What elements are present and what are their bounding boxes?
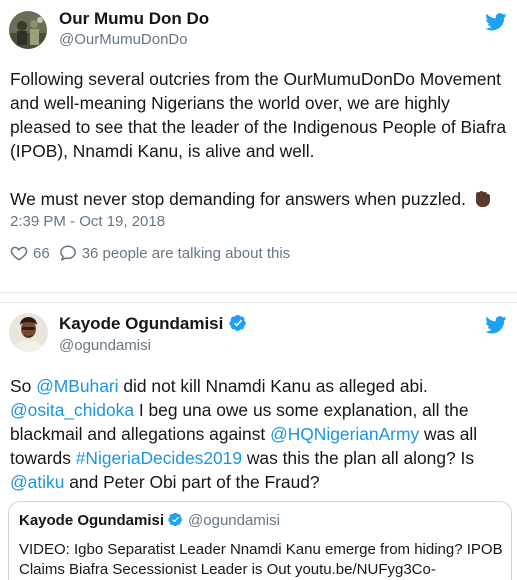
quoted-tweet[interactable]: Kayode Ogundamisi @ogundamisi VIDEO: Igb…	[8, 501, 512, 580]
avatar-photo-icon	[9, 11, 47, 49]
timestamp[interactable]: 2:39 PM - Oct 19, 2018	[10, 213, 165, 230]
reply-bubble-icon[interactable]	[59, 244, 77, 262]
talking-about-link[interactable]: 36 people are talking about this	[82, 245, 290, 262]
verified-badge-icon	[168, 512, 183, 527]
text-segment: and Peter Obi part of the Fraud?	[64, 472, 320, 492]
hashtag-link[interactable]: #NigeriaDecides2019	[76, 448, 242, 468]
verified-badge-icon	[229, 314, 247, 331]
mention-link[interactable]: @MBuhari	[36, 376, 118, 396]
text-segment: was this the plan all along? Is	[242, 448, 475, 468]
like-count[interactable]: 66	[33, 245, 50, 262]
mention-link[interactable]: @atiku	[10, 472, 64, 492]
quote-author[interactable]: Kayode Ogundamisi @ogundamisi	[19, 512, 280, 529]
mention-link[interactable]: @HQNigerianArmy	[270, 424, 419, 444]
quote-text: VIDEO: Igbo Separatist Leader Nnamdi Kan…	[19, 541, 503, 578]
quote-handle[interactable]: @ogundamisi	[188, 512, 280, 529]
display-name-text[interactable]: Kayode Ogundamisi	[59, 314, 223, 333]
avatar-photo-icon	[9, 313, 48, 352]
tweet-card[interactable]: Our Mumu Don Do @OurMumuDonDo Following …	[0, 0, 517, 293]
tweet-text: Following several outcries from the OurM…	[10, 67, 509, 211]
tweet-actions: 66 36 people are talking about this	[10, 244, 290, 262]
twitter-bird-icon[interactable]	[485, 13, 507, 31]
mention-link[interactable]: @osita_chidoka	[10, 400, 134, 420]
text-segment: did not kill Nnamdi Kanu as alleged abi.	[118, 376, 428, 396]
display-name[interactable]: Our Mumu Don Do	[59, 9, 209, 29]
avatar[interactable]	[9, 313, 48, 352]
tweet-card[interactable]: Kayode Ogundamisi @ogundamisi So @MBuhar…	[0, 302, 517, 580]
display-name[interactable]: Kayode Ogundamisi	[59, 314, 247, 334]
twitter-bird-icon[interactable]	[485, 316, 507, 334]
tweet-paragraph: Following several outcries from the OurM…	[10, 69, 506, 161]
heart-icon[interactable]	[10, 244, 28, 262]
quote-display-name[interactable]: Kayode Ogundamisi	[19, 512, 164, 529]
text-segment: So	[10, 376, 37, 396]
avatar[interactable]	[9, 11, 47, 49]
user-handle[interactable]: @ogundamisi	[59, 337, 151, 354]
user-handle[interactable]: @OurMumuDonDo	[59, 31, 188, 48]
tweet-text: So @MBuhari did not kill Nnamdi Kanu as …	[10, 374, 509, 494]
tweet-paragraph-text: We must never stop demanding for answers…	[10, 189, 466, 209]
raised-fist-icon	[475, 191, 490, 207]
tweet-paragraph: We must never stop demanding for answers…	[10, 187, 509, 211]
